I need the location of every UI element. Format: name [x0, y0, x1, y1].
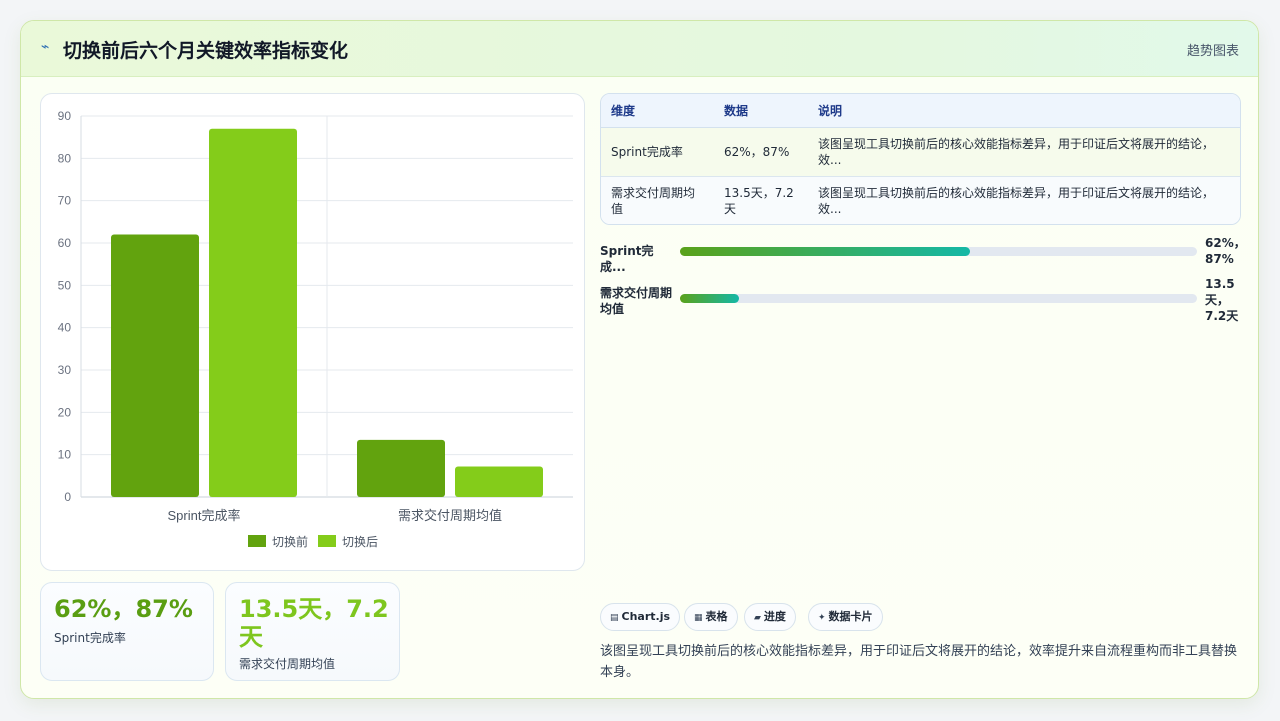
- line-chart-icon: ⌁: [41, 39, 50, 55]
- chip-label: 表格: [705, 610, 728, 623]
- bar-after: [455, 466, 543, 497]
- legend-swatch: [318, 535, 336, 547]
- column-header: 说明: [808, 94, 1240, 128]
- kpi-value: 13.5天，7.2天: [239, 595, 389, 651]
- table-cell-data: 13.5天，7.2天: [714, 176, 808, 224]
- bar-chart: 0 10 20 30 40 50 60 70 80 90 Sprint完成率 需求交付周期均值切换前 切…: [58, 109, 573, 549]
- chip-label: 进度: [763, 610, 786, 623]
- progress-label: 需求交付周期均值: [600, 286, 673, 316]
- card-title: 切换前后六个月关键效率指标变化: [63, 40, 349, 62]
- progress-label: Sprint完成...: [600, 244, 654, 274]
- kpi-card-sprint: 62%，87% Sprint完成率: [40, 582, 214, 681]
- x-tick-label: Sprint完成率: [168, 508, 241, 523]
- kpi-label: 需求交付周期均值: [239, 657, 336, 671]
- card-icon: ✦: [818, 613, 826, 623]
- progress-track: [680, 294, 1197, 303]
- y-tick-label: 50: [58, 278, 72, 292]
- progress-fill: [680, 294, 740, 303]
- chart-icon: ▤: [610, 613, 619, 623]
- bar-chart-panel: 0 10 20 30 40 50 60 70 80 90 Sprint完成率 需求交付周期均值切换前 切…: [40, 93, 585, 571]
- y-tick-label: 0: [64, 490, 71, 504]
- y-tick-label: 90: [58, 109, 72, 123]
- progress-row: 需求交付周期均值 13.5天，7.2天: [600, 277, 1241, 335]
- progress-track: [680, 247, 1197, 256]
- chip-label: 数据卡片: [828, 610, 873, 623]
- y-tick-label: 30: [58, 363, 72, 377]
- table-row: Sprint完成率 62%，87% 该图呈现工具切换前后的核心效能指标差异，用于…: [601, 127, 1240, 177]
- chip-label: Chart.js: [621, 610, 671, 623]
- progress-fill: [680, 247, 970, 256]
- legend-label: 切换后: [342, 535, 378, 549]
- progress-list: Sprint完成... 62%，87% 需求交付周期均值 13.5天，7.2天: [600, 236, 1246, 335]
- data-table: 维度 数据 说明 Sprint完成率 62%，87% 该图呈现工具切换前后的核心…: [600, 93, 1241, 225]
- progress-value: 62%，87%: [1205, 236, 1246, 266]
- bar-before: [357, 439, 445, 497]
- chip-table: ▦ 表格: [684, 603, 738, 631]
- column-header: 维度: [601, 94, 714, 128]
- chart-type-tag: 趋势图表: [1186, 44, 1239, 59]
- y-tick-label: 10: [58, 448, 72, 462]
- progress-value: 13.5天，7.2天: [1205, 277, 1239, 323]
- bar-after: [209, 128, 297, 497]
- y-tick-label: 60: [58, 236, 72, 250]
- chip-data-card: ✦ 数据卡片: [808, 603, 883, 631]
- x-tick-label: 需求交付周期均值: [398, 508, 502, 523]
- progress-icon: ▰: [754, 613, 761, 623]
- y-tick-label: 80: [58, 151, 72, 165]
- table-row: 需求交付周期均值 13.5天，7.2天 该图呈现工具切换前后的核心效能指标差异，…: [601, 176, 1240, 224]
- y-tick-label: 40: [58, 321, 72, 335]
- legend-swatch: [248, 535, 266, 547]
- y-tick-label: 70: [58, 194, 72, 208]
- kpi-card-delivery: 13.5天，7.2天 需求交付周期均值: [225, 582, 400, 681]
- chip-chartjs: ▤ Chart.js: [600, 603, 681, 631]
- chart-card: ⌁ 切换前后六个月关键效率指标变化 趋势图表 0 10 20 30 40 50 60 70 80…: [20, 20, 1259, 699]
- chart-description: 该图呈现工具切换前后的核心效能指标差异，用于印证后文将展开的结论，效率提升来自流…: [600, 644, 1238, 680]
- column-header: 数据: [714, 94, 808, 128]
- table-cell-dimension: 需求交付周期均值: [601, 176, 714, 224]
- table-cell-dimension: Sprint完成率: [601, 127, 714, 177]
- bar-before: [111, 234, 199, 498]
- card-header: ⌁ 切换前后六个月关键效率指标变化 趋势图表: [21, 21, 1258, 77]
- table-header-row: 维度 数据 说明: [601, 94, 1240, 128]
- legend-label: 切换前: [272, 534, 308, 549]
- kpi-value: 62%，87%: [54, 595, 193, 623]
- progress-row: Sprint完成... 62%，87%: [600, 236, 1246, 287]
- table-cell-note: 该图呈现工具切换前后的核心效能指标差异，用于印证后文将展开的结论，效...: [808, 127, 1240, 177]
- table-cell-note: 该图呈现工具切换前后的核心效能指标差异，用于印证后文将展开的结论，效...: [808, 176, 1240, 224]
- y-tick-label: 20: [58, 405, 72, 419]
- chip-progress: ▰ 进度: [744, 603, 796, 631]
- table-icon: ▦: [694, 613, 703, 623]
- table-cell-data: 62%，87%: [714, 127, 808, 177]
- kpi-label: Sprint完成率: [54, 631, 126, 645]
